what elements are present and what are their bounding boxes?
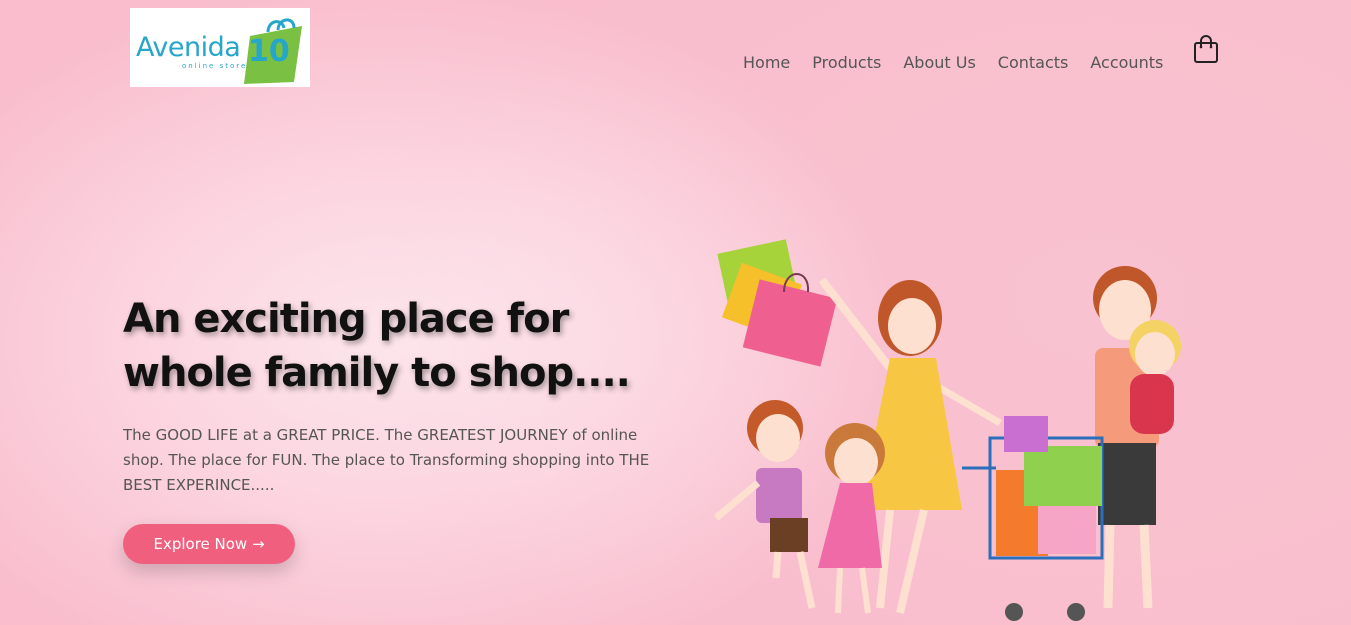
explore-now-button[interactable]: Explore Now → — [123, 524, 295, 564]
nav-contacts[interactable]: Contacts — [998, 53, 1069, 72]
nav-accounts[interactable]: Accounts — [1090, 53, 1163, 72]
family-shopping-illustration — [713, 239, 1181, 621]
hero-title: An exciting place for whole family to sh… — [123, 292, 683, 400]
nav-about-us[interactable]: About Us — [903, 53, 975, 72]
hero-title-line-2: whole family to shop.... — [123, 350, 631, 396]
hero-title-line-1: An exciting place for — [123, 296, 569, 342]
main-nav: Home Products About Us Contacts Accounts — [743, 53, 1185, 72]
shopping-bag-icon[interactable] — [1193, 34, 1219, 64]
hero-description: The GOOD LIFE at a GREAT PRICE. The GREA… — [123, 426, 650, 494]
brand-name: Avenida — [136, 32, 241, 63]
nav-home[interactable]: Home — [743, 53, 790, 72]
nav-products[interactable]: Products — [812, 53, 881, 72]
brand-logo[interactable]: Avenida 10 online store — [130, 8, 310, 87]
brand-number: 10 — [248, 34, 290, 69]
brand-tagline: online store — [182, 62, 248, 70]
